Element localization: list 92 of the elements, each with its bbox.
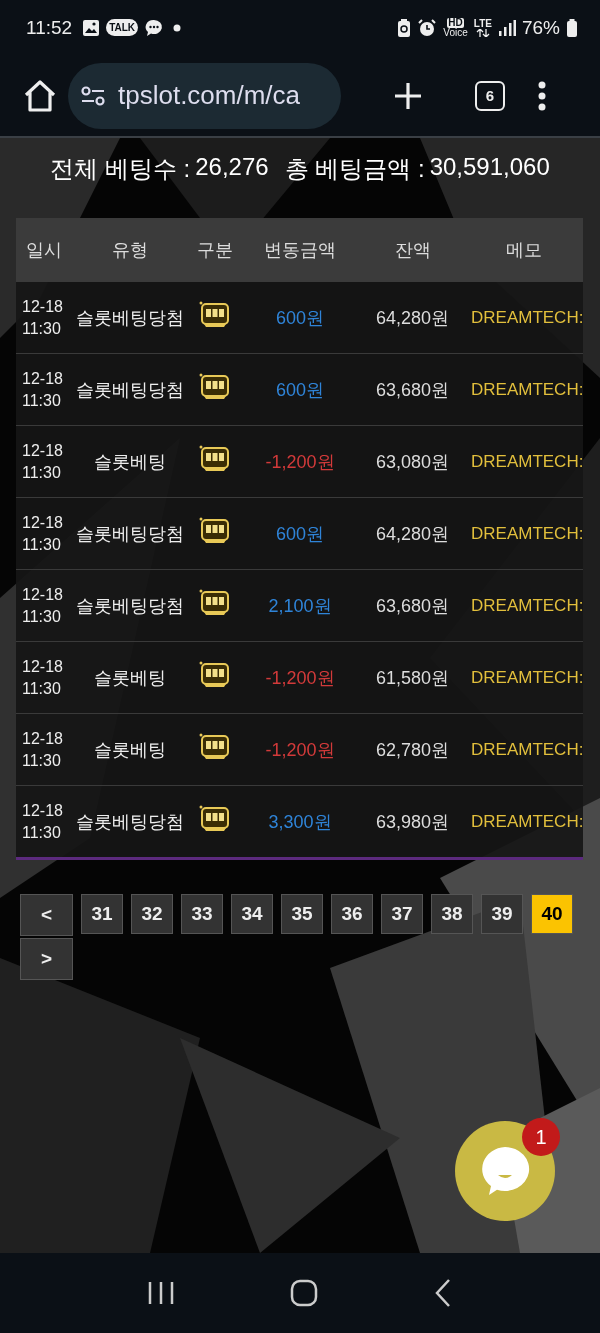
table-cell-text: 64,280원	[374, 522, 451, 546]
summary-value: 26,276	[195, 153, 269, 182]
column-header: 메모	[506, 240, 542, 260]
slot-machine-icon	[199, 444, 231, 474]
table-cell-text: -1,200원	[264, 738, 336, 762]
table-cell-text: DREAMTECH:	[470, 523, 583, 544]
chat-bubble-icon	[479, 1145, 531, 1197]
chat-bubble-icon	[144, 17, 165, 38]
battery-icon	[566, 17, 578, 38]
table-cell-text: -1,200원	[264, 666, 336, 690]
summary-label: 전체 베팅수 :	[50, 154, 191, 184]
summary-label: 총 베팅금액 :	[284, 154, 425, 184]
table-cell-text: 600원	[274, 378, 325, 402]
table-cell-text: 63,980원	[374, 810, 451, 834]
slot-machine-icon	[199, 732, 231, 762]
table-cell-text: 12-18 11:30	[21, 368, 64, 411]
previous-page-button[interactable]: <	[20, 894, 73, 936]
table-cell-text: 12-18 11:30	[21, 440, 64, 483]
table-cell-text: 63,680원	[374, 378, 451, 402]
table-cell-text: 슬롯베팅	[93, 738, 167, 762]
table-cell-text: -1,200원	[264, 450, 336, 474]
page-button[interactable]: 33	[181, 894, 223, 934]
slot-machine-icon	[199, 372, 231, 402]
page-button[interactable]: 31	[81, 894, 123, 934]
column-header: 구분	[197, 240, 233, 260]
table-cell-text: 슬롯베팅당첨	[75, 810, 185, 834]
table-cell-text: 600원	[274, 306, 325, 330]
table-cell-text: DREAMTECH:	[470, 379, 583, 400]
page-button[interactable]: 35	[281, 894, 323, 934]
table-cell-text: DREAMTECH:	[470, 739, 583, 760]
column-header: 변동금액	[264, 240, 336, 260]
table-cell-text: 12-18 11:30	[21, 656, 64, 699]
table-cell-text: 슬롯베팅당첨	[75, 378, 185, 402]
slot-machine-icon	[199, 660, 231, 690]
battery-saver-icon	[397, 17, 412, 38]
alarm-icon	[417, 17, 438, 38]
slot-machine-icon	[199, 300, 231, 330]
address-bar[interactable]: tpslot.com/m/ca	[68, 62, 341, 129]
talk-badge: TALK	[106, 19, 139, 36]
network-type: LTE	[473, 18, 492, 29]
data-arrows-icon	[475, 28, 490, 37]
column-header: 일시	[26, 240, 62, 260]
summary-value: 30,591,060	[429, 153, 550, 182]
tab-count[interactable]: 6	[475, 80, 505, 111]
battery-percent: 76%	[521, 16, 560, 39]
table-cell-text: 12-18 11:30	[21, 800, 64, 843]
column-header: 유형	[112, 240, 148, 260]
more-menu-icon[interactable]	[537, 80, 547, 111]
back-icon[interactable]	[433, 1278, 453, 1308]
table-cell-text: 64,280원	[374, 306, 451, 330]
table-cell-text: DREAMTECH:	[470, 811, 583, 832]
table-cell-text: 61,580원	[374, 666, 451, 690]
table-cell-text: 63,080원	[374, 450, 451, 474]
table-cell-text: 12-18 11:30	[21, 728, 64, 771]
table-cell-text: 12-18 11:30	[21, 584, 64, 627]
home-button-icon[interactable]	[289, 1278, 319, 1308]
next-page-button[interactable]: >	[20, 938, 73, 980]
plus-icon[interactable]	[393, 80, 423, 111]
table-cell-text: 12-18 11:30	[21, 512, 64, 555]
recent-apps-icon[interactable]	[147, 1280, 175, 1306]
home-icon[interactable]	[22, 77, 58, 114]
table-cell-text: 3,300원	[267, 810, 333, 834]
table-cell-text: 62,780원	[374, 738, 451, 762]
table-cell-text: 슬롯베팅당첨	[75, 306, 185, 330]
table-cell-text: 12-18 11:30	[21, 296, 64, 339]
page-button[interactable]: 37	[381, 894, 423, 934]
page-button[interactable]: 40	[531, 894, 573, 934]
table-cell-text: DREAMTECH:	[470, 595, 583, 616]
clock-time: 11:52	[26, 16, 73, 39]
page-button[interactable]: 38	[431, 894, 473, 934]
image-icon	[82, 18, 101, 37]
table-cell-text: 슬롯베팅당첨	[75, 522, 185, 546]
table-cell-text: 슬롯베팅	[93, 666, 167, 690]
hd-voice-indicator: HD Voice	[443, 17, 468, 38]
column-header: 잔액	[394, 240, 431, 260]
page-button[interactable]: 39	[481, 894, 523, 934]
table-cell-text: 2,100원	[267, 594, 333, 618]
table-cell-text: 63,680원	[374, 594, 451, 618]
page-button[interactable]: 34	[231, 894, 273, 934]
slot-machine-icon	[199, 804, 231, 834]
table-cell-text: 600원	[274, 522, 325, 546]
table-cell-text: 슬롯베팅당첨	[75, 594, 185, 618]
table-cell-text: DREAMTECH:	[470, 667, 583, 688]
signal-icon	[497, 18, 516, 37]
table-cell-text: DREAMTECH:	[470, 451, 583, 472]
table-cell-text: DREAMTECH:	[470, 307, 583, 328]
site-settings-icon	[80, 83, 106, 108]
page-button[interactable]: 32	[131, 894, 173, 934]
slot-machine-icon	[199, 516, 231, 546]
slot-machine-icon	[199, 588, 231, 618]
page-button[interactable]: 36	[331, 894, 373, 934]
table-cell-text: 슬롯베팅	[93, 450, 167, 474]
